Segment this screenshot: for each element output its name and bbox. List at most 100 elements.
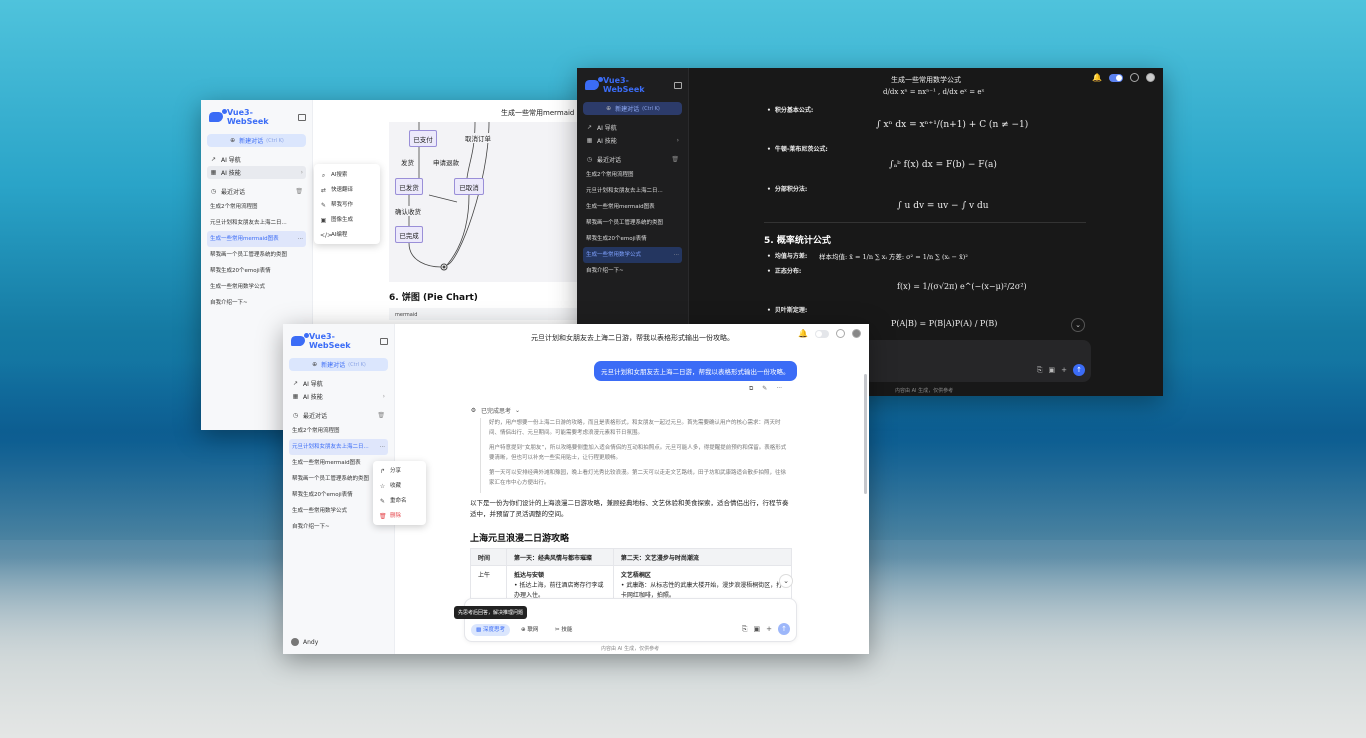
plus-icon[interactable]: +: [1061, 366, 1067, 374]
external-link-icon: ↗: [586, 124, 593, 131]
sidebar-toggle-icon[interactable]: [298, 113, 306, 121]
new-chat-button[interactable]: ⊕ 新建对话 (Ctrl K): [289, 358, 388, 371]
menu-label: 重命名: [390, 498, 407, 504]
top-toolbar: 🔔: [798, 329, 861, 338]
paperclip-icon[interactable]: ⎘: [1037, 366, 1043, 375]
history-item[interactable]: 元旦计划和女朋友去上海二日...: [207, 215, 306, 231]
history-item[interactable]: 生成2个常用流程图: [289, 423, 388, 439]
scrollbar[interactable]: [864, 374, 867, 494]
deep-think-toggle[interactable]: ▩ 深度思考: [471, 624, 510, 636]
thinking-paragraph: 用户特意提到“女朋友”，所以攻略要侧重加入适合情侣的互动和拍照点。元旦可能人多，…: [489, 445, 787, 461]
more-icon[interactable]: ···: [380, 439, 385, 455]
chip-label: 技能: [561, 627, 573, 633]
submenu-item-code[interactable]: </> AI编程: [314, 228, 380, 243]
history-item[interactable]: 生成2个常用流程图: [207, 199, 306, 215]
new-chat-label: 新建对话: [321, 362, 346, 369]
nav-ai-label: AI 导航: [303, 381, 323, 388]
history-item[interactable]: 元旦计划和女朋友去上海二日...: [583, 183, 682, 199]
nav-ai[interactable]: ↗ AI 导航: [207, 153, 306, 166]
sidebar-toggle-icon[interactable]: [380, 337, 388, 345]
more-icon[interactable]: ···: [776, 385, 782, 393]
thinking-paragraph: 好的，用户想要一份上海二日游的攻略，而且是表格形式，和女朋友一起过元旦。首先需要…: [489, 420, 781, 436]
app-name: Vue3-WebSeek: [602, 76, 645, 94]
nav-ai[interactable]: ↗ AI 导航: [289, 377, 388, 390]
recent-header: ◷ 最近对话 🗑: [283, 405, 394, 423]
bell-icon[interactable]: 🔔: [798, 329, 808, 338]
history-item[interactable]: 帮我画一个员工管理系统的类图: [207, 247, 306, 263]
trash-icon[interactable]: 🗑: [671, 156, 679, 163]
new-chat-button[interactable]: ⊕ 新建对话 (Ctrl K): [583, 102, 682, 115]
scroll-down-button[interactable]: ⌄: [779, 574, 793, 588]
recent-header: ◷ 最近对话 🗑: [201, 181, 312, 199]
submenu-item-image[interactable]: ▣ 图像生成: [314, 213, 380, 228]
theme-toggle[interactable]: [1109, 73, 1123, 82]
menu-label: 删除: [390, 513, 402, 519]
new-chat-label: 新建对话: [615, 106, 640, 113]
bell-icon[interactable]: 🔔: [1092, 73, 1102, 82]
info-icon[interactable]: [836, 329, 845, 338]
history-item-active[interactable]: 生成一些常用数学公式 ···: [583, 247, 682, 263]
send-button[interactable]: ↑: [778, 623, 790, 635]
menu-item-rename[interactable]: ✎ 重命名: [373, 494, 426, 509]
trash-icon[interactable]: 🗑: [295, 188, 303, 195]
thinking-toggle[interactable]: ⚙ 已完成思考 ⌄: [470, 406, 520, 415]
avatar[interactable]: [852, 329, 861, 338]
history-item[interactable]: 生成一些常用数学公式: [207, 279, 306, 295]
cell-text: • 武康路：从标志性的武康大楼开始，漫步浪漫梧桐街区，打卡网红咖啡，拍照。: [620, 582, 783, 599]
nav-skills[interactable]: ▦ AI 技能 ›: [583, 134, 682, 147]
sidebar-toggle-icon[interactable]: [674, 81, 682, 89]
history-label: 生成一些常用mermaid图表: [210, 236, 279, 242]
history-item[interactable]: 帮我生成20个emoji表情: [207, 263, 306, 279]
skills-toggle[interactable]: ✂ 技能: [550, 624, 577, 636]
chat-input[interactable]: ⎘ ▣ + ↑: [863, 340, 1091, 382]
cell-title: 文艺梧桐区: [620, 572, 651, 579]
nav-ai[interactable]: ↗ AI 导航: [583, 121, 682, 134]
scroll-down-button[interactable]: ⌄: [1071, 318, 1085, 332]
trash-icon[interactable]: 🗑: [377, 412, 385, 419]
image-icon: ▣: [320, 217, 327, 224]
image-icon[interactable]: ▣: [1049, 366, 1056, 374]
bullet-label: 积分基本公式:: [767, 105, 813, 114]
thinking-content: 好的，用户想要一份上海二日游的攻略，而且是表格形式，和女朋友一起过元旦。首先需要…: [480, 418, 790, 493]
skills-submenu: ⌕ AI搜索 ⇄ 快速翻译 ✎ 帮我写作 ▣ 图像生成 </> AI编程: [314, 164, 380, 244]
plus-circle-icon: ⊕: [606, 105, 612, 112]
history-item-active[interactable]: 元旦计划和女朋友去上海二日... ···: [289, 439, 388, 455]
info-icon[interactable]: [1130, 73, 1139, 82]
history-item[interactable]: 帮我生成20个emoji表情: [583, 231, 682, 247]
menu-item-share[interactable]: ↱ 分享: [373, 464, 426, 479]
menu-item-favorite[interactable]: ☆ 收藏: [373, 479, 426, 494]
new-chat-button[interactable]: ⊕ 新建对话 (Ctrl K): [207, 134, 306, 147]
submenu-item-search[interactable]: ⌕ AI搜索: [314, 168, 380, 183]
history-item[interactable]: 生成一些常用mermaid图表: [583, 199, 682, 215]
table-header: 时间: [470, 548, 507, 566]
submenu-item-translate[interactable]: ⇄ 快速翻译: [314, 183, 380, 198]
image-icon[interactable]: ▣: [754, 625, 761, 633]
history-item[interactable]: 自我介绍一下~: [207, 295, 306, 311]
paperclip-icon[interactable]: ⎘: [742, 625, 748, 634]
more-icon[interactable]: ···: [298, 231, 303, 247]
user-profile[interactable]: Andy: [291, 638, 318, 646]
history-item[interactable]: 自我介绍一下~: [583, 263, 682, 279]
menu-item-delete[interactable]: 🗑 删除: [373, 509, 426, 524]
history-item[interactable]: 生成2个常用流程图: [583, 167, 682, 183]
nav-skills-label: AI 技能: [303, 394, 323, 401]
chat-input[interactable]: ▩ 深度思考 ⊕ 联网 ✂ 技能 ⎘ ▣ + ↑: [464, 598, 797, 642]
footer-note: 内容由 AI 生成，仅供参考: [601, 646, 660, 652]
history-item[interactable]: 帮我画一个员工管理系统的类图: [583, 215, 682, 231]
theme-toggle[interactable]: [815, 329, 829, 338]
history-item-active[interactable]: 生成一些常用mermaid图表 ···: [207, 231, 306, 247]
nav-skills[interactable]: ▦ AI 技能 ›: [207, 166, 306, 179]
copy-icon[interactable]: ⧉: [749, 385, 753, 393]
avatar[interactable]: [1146, 73, 1155, 82]
edit-icon[interactable]: ✎: [762, 385, 767, 393]
web-search-toggle[interactable]: ⊕ 联网: [516, 624, 543, 636]
nav-skills[interactable]: ▦ AI 技能 ›: [289, 390, 388, 403]
deep-think-icon: ▩: [476, 627, 483, 633]
send-button[interactable]: ↑: [1073, 364, 1085, 376]
more-icon[interactable]: ···: [674, 247, 679, 263]
submenu-item-write[interactable]: ✎ 帮我写作: [314, 198, 380, 213]
new-chat-shortcut: (Ctrl K): [348, 361, 366, 368]
answer-paragraph: 以下是一份为你们设计的上海浪漫二日游攻略，兼顾经典地标、文艺休验和美食探索，适合…: [470, 499, 789, 518]
table-header: 第一天：经典风情与都市璀璨: [506, 548, 614, 566]
plus-icon[interactable]: +: [766, 625, 772, 633]
